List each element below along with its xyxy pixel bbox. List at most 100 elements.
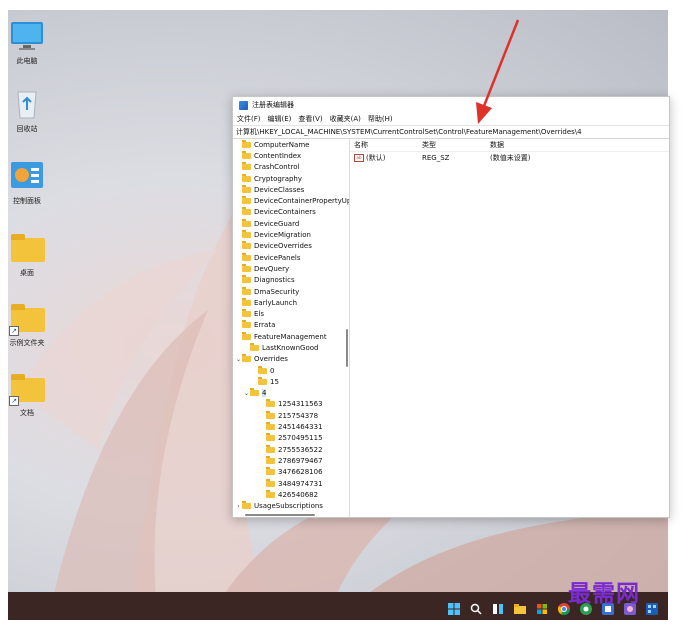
tree-node[interactable]: ⌄ Overrides bbox=[233, 354, 349, 365]
tree-node[interactable]: Els bbox=[233, 308, 349, 319]
folder-icon bbox=[242, 320, 251, 329]
tree-node[interactable]: 215754378 bbox=[233, 410, 349, 421]
tree-node[interactable]: 2570495115 bbox=[233, 433, 349, 444]
title-bar[interactable]: 注册表编辑器 bbox=[233, 97, 669, 113]
desktop-icon-recycle-bin[interactable]: 回收站 bbox=[4, 88, 50, 134]
folder-icon bbox=[266, 433, 275, 442]
expand-chevron-icon[interactable]: ⌄ bbox=[235, 356, 242, 363]
registry-editor-taskbar-icon[interactable] bbox=[646, 600, 658, 615]
column-header-data[interactable]: 数据 bbox=[490, 140, 650, 150]
folder-icon bbox=[242, 286, 251, 295]
value-row[interactable]: ab (默认) REG_SZ (数值未设置) bbox=[350, 152, 669, 164]
tree-node-label: 4 bbox=[262, 389, 267, 398]
folder-icon bbox=[250, 342, 259, 351]
tree-node[interactable]: › UsageSubscriptions bbox=[233, 501, 349, 512]
folder-icon bbox=[266, 455, 275, 464]
tree-node[interactable]: DmaSecurity bbox=[233, 286, 349, 297]
folder-icon bbox=[242, 309, 251, 318]
string-value-icon: ab bbox=[354, 154, 364, 162]
tree-node[interactable]: DevicePanels bbox=[233, 252, 349, 263]
key-tree[interactable]: ComputerName ContentIndex CrashControl Cryp… bbox=[233, 139, 350, 517]
tree-vertical-scrollbar[interactable] bbox=[345, 139, 349, 517]
tree-node-label: 0 bbox=[270, 366, 275, 375]
file-explorer-icon[interactable] bbox=[514, 600, 526, 614]
desktop-icon-control-panel[interactable]: 控制面板 bbox=[4, 160, 50, 206]
address-bar[interactable]: 计算机\HKEY_LOCAL_MACHINE\SYSTEM\CurrentCon… bbox=[233, 125, 669, 139]
menu-favorites[interactable]: 收藏夹(A) bbox=[330, 114, 361, 124]
column-header-type[interactable]: 类型 bbox=[422, 140, 490, 150]
tree-node-label: 215754378 bbox=[278, 411, 319, 420]
tree-node-label: DeviceMigration bbox=[254, 231, 311, 240]
tree-node[interactable]: DeviceMigration bbox=[233, 229, 349, 240]
desktop-icon-documents[interactable]: ↗ 文档 bbox=[4, 372, 50, 418]
tree-node[interactable]: FeatureManagement bbox=[233, 331, 349, 342]
registry-editor-window[interactable]: 注册表编辑器 文件(F) 编辑(E) 查看(V) 收藏夹(A) 帮助(H) 计算… bbox=[232, 96, 670, 518]
tree-node[interactable]: Diagnostics bbox=[233, 275, 349, 286]
folder-icon bbox=[266, 410, 275, 419]
tree-node-label: 2786979467 bbox=[278, 456, 323, 465]
tree-node-label: EarlyLaunch bbox=[254, 298, 298, 307]
desktop-icon-label: 控制面板 bbox=[13, 197, 41, 205]
expand-chevron-icon[interactable]: ⌄ bbox=[243, 390, 250, 397]
value-name: (默认) bbox=[366, 154, 386, 162]
tree-node-label: DeviceContainers bbox=[254, 208, 316, 217]
folder-icon bbox=[242, 218, 251, 227]
folder-icon bbox=[242, 241, 251, 250]
menu-help[interactable]: 帮助(H) bbox=[368, 114, 393, 124]
scrollbar-thumb[interactable] bbox=[245, 514, 315, 516]
menu-view[interactable]: 查看(V) bbox=[298, 114, 322, 124]
tree-node[interactable]: 15 bbox=[233, 376, 349, 387]
store-icon[interactable] bbox=[536, 600, 548, 614]
tree-node[interactable]: DeviceGuard bbox=[233, 218, 349, 229]
tree-node[interactable]: ComputerName bbox=[233, 139, 349, 150]
tree-node[interactable]: 0 bbox=[233, 365, 349, 376]
tree-node[interactable]: DeviceClasses bbox=[233, 184, 349, 195]
desktop-icon-label: 桌面 bbox=[20, 269, 34, 277]
tree-node[interactable]: DeviceOverrides bbox=[233, 241, 349, 252]
desktop-icon-label: 文档 bbox=[20, 409, 34, 417]
folder-icon bbox=[242, 150, 251, 159]
values-list[interactable]: 名称 类型 数据 ab (默认) REG_SZ (数值未设置) bbox=[350, 139, 669, 517]
tree-node-label: Diagnostics bbox=[254, 276, 295, 285]
column-header-name[interactable]: 名称 bbox=[350, 140, 422, 150]
desktop-icon-folder-shortcut[interactable]: ↗ 示例文件夹 bbox=[4, 302, 50, 348]
tree-node-label: Els bbox=[254, 310, 265, 319]
tree-node[interactable]: 2755536522 bbox=[233, 444, 349, 455]
tree-node-label: Errata bbox=[254, 321, 276, 330]
tree-node[interactable]: 426540682 bbox=[233, 489, 349, 500]
tree-node[interactable]: DevQuery bbox=[233, 263, 349, 274]
tree-node[interactable]: Cryptography bbox=[233, 173, 349, 184]
start-icon[interactable] bbox=[448, 600, 460, 615]
tree-node[interactable]: 2786979467 bbox=[233, 455, 349, 466]
desktop-icon-folder[interactable]: 桌面 bbox=[4, 232, 50, 278]
tree-node[interactable]: 2451464331 bbox=[233, 421, 349, 432]
folder-icon bbox=[242, 230, 251, 239]
tree-node[interactable]: DeviceContainers bbox=[233, 207, 349, 218]
desktop-icon-this-pc[interactable]: 此电脑 bbox=[4, 20, 50, 66]
value-name-cell: ab (默认) bbox=[350, 153, 422, 163]
search-icon[interactable] bbox=[470, 600, 482, 615]
tree-node[interactable]: Errata bbox=[233, 320, 349, 331]
expand-chevron-icon[interactable]: › bbox=[235, 503, 242, 510]
tree-node-label: CrashControl bbox=[254, 163, 300, 172]
tree-node[interactable]: LastKnownGood bbox=[233, 342, 349, 353]
tree-node[interactable]: 3476628106 bbox=[233, 467, 349, 478]
tree-node[interactable]: DeviceContainerPropertyUpda bbox=[233, 195, 349, 206]
monitor-icon bbox=[9, 20, 45, 50]
tree-node[interactable]: ContentIndex bbox=[233, 150, 349, 161]
tree-node[interactable]: EarlyLaunch bbox=[233, 297, 349, 308]
tree-node-label: ComputerName bbox=[254, 140, 310, 149]
folder-icon bbox=[242, 252, 251, 261]
menu-edit[interactable]: 编辑(E) bbox=[268, 114, 292, 124]
tree-node[interactable]: 1254311563 bbox=[233, 399, 349, 410]
menu-file[interactable]: 文件(F) bbox=[237, 114, 261, 124]
task-view-icon[interactable] bbox=[492, 600, 504, 614]
tree-node-label: 426540682 bbox=[278, 490, 319, 499]
tree-node[interactable]: 3484974731 bbox=[233, 478, 349, 489]
tree-node[interactable]: CrashControl bbox=[233, 162, 349, 173]
watermark-text: 最需网 bbox=[568, 580, 640, 607]
tree-node-selected[interactable]: ⌄ 4 bbox=[233, 388, 349, 399]
tree-horizontal-scrollbar[interactable] bbox=[233, 513, 345, 517]
tree-node-label: DevQuery bbox=[254, 264, 290, 273]
scrollbar-thumb[interactable] bbox=[346, 329, 348, 367]
